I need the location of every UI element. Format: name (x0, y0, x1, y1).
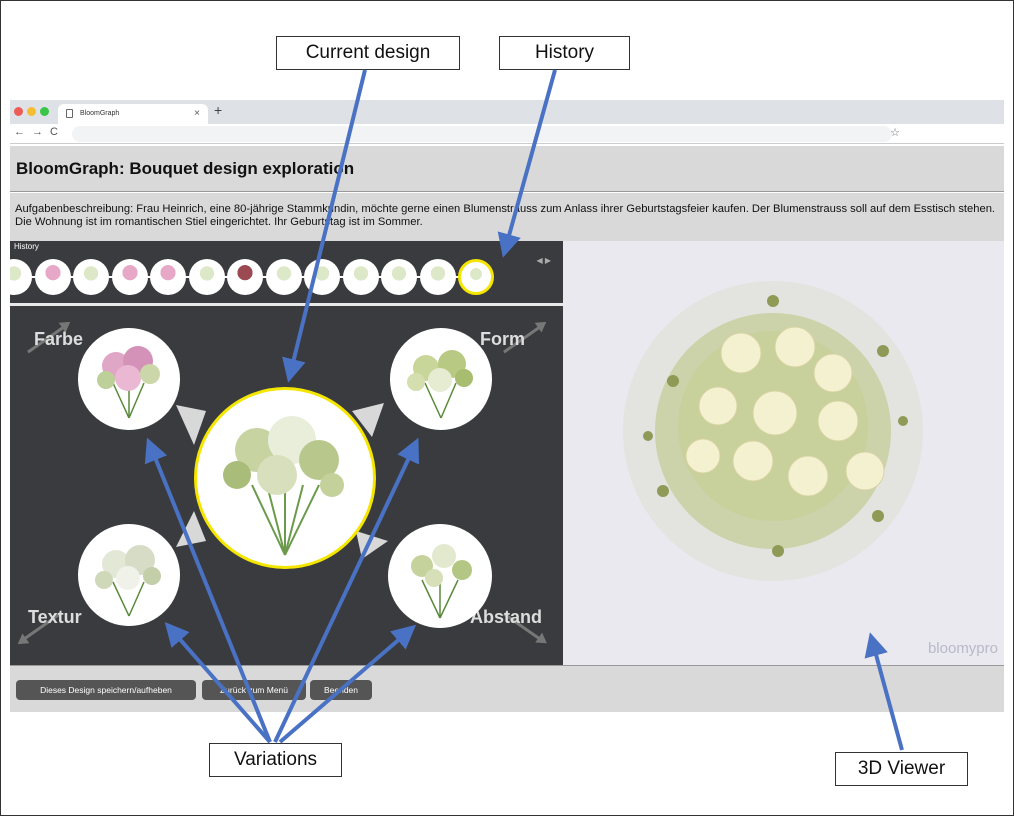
bouquet-white-image (95, 545, 161, 617)
variation-spacing-thumbnail[interactable] (388, 524, 492, 628)
close-icon[interactable]: × (194, 104, 200, 124)
reload-icon[interactable]: C (50, 126, 58, 138)
3d-viewer-panel[interactable]: bloomypro (563, 241, 1004, 665)
bouquet-green-image (407, 350, 473, 419)
bouquet-current-image (223, 416, 344, 556)
bouquet-3d-view (623, 281, 923, 581)
minimize-window-dot[interactable] (27, 107, 36, 116)
callout-current-design: Current design (276, 36, 460, 70)
close-window-dot[interactable] (14, 107, 23, 116)
forward-arrow-icon[interactable]: → (32, 126, 43, 138)
exploration-panel: History ◀ ▶ Farbe Form Textur Abstand (10, 241, 563, 665)
maximize-window-dot[interactable] (40, 107, 49, 116)
connector-spacing (356, 531, 388, 559)
star-icon[interactable]: ☆ (890, 126, 900, 139)
address-bar: ← → C ☆ (10, 124, 1004, 144)
browser-window: BloomGraph × + ← → C ☆ BloomGraph: Bouqu… (10, 100, 1004, 712)
variation-shape-thumbnail[interactable] (390, 328, 492, 430)
variation-color-thumbnail[interactable] (78, 328, 180, 430)
current-design-thumbnail[interactable] (194, 387, 376, 569)
bouquet-sparse-image (411, 544, 472, 619)
url-input[interactable] (72, 126, 892, 142)
brand-logo: bloomypro (927, 640, 998, 657)
footer-toolbar: Dieses Design speichern/aufheben Zurück … (10, 665, 1004, 712)
back-to-menu-button[interactable]: Zurück zum Menü (202, 680, 306, 700)
document-icon (66, 109, 73, 118)
back-arrow-icon[interactable]: ← (14, 126, 25, 138)
tab-bar: BloomGraph × + (10, 100, 1004, 124)
plus-icon[interactable]: + (214, 102, 222, 118)
callout-3d-viewer: 3D Viewer (835, 752, 968, 786)
variation-texture-thumbnail[interactable] (78, 524, 180, 626)
task-description: Aufgabenbeschreibung: Frau Heinrich, ein… (10, 193, 1004, 241)
save-design-button[interactable]: Dieses Design speichern/aufheben (16, 680, 196, 700)
callout-variations: Variations (209, 743, 342, 777)
tab-title: BloomGraph (80, 110, 120, 117)
callout-history: History (499, 36, 630, 70)
finish-button[interactable]: Beenden (310, 680, 372, 700)
bouquet-pink-image (97, 346, 160, 419)
browser-tab[interactable]: BloomGraph × (58, 104, 208, 124)
page-title: BloomGraph: Bouquet design exploration (10, 146, 1004, 192)
